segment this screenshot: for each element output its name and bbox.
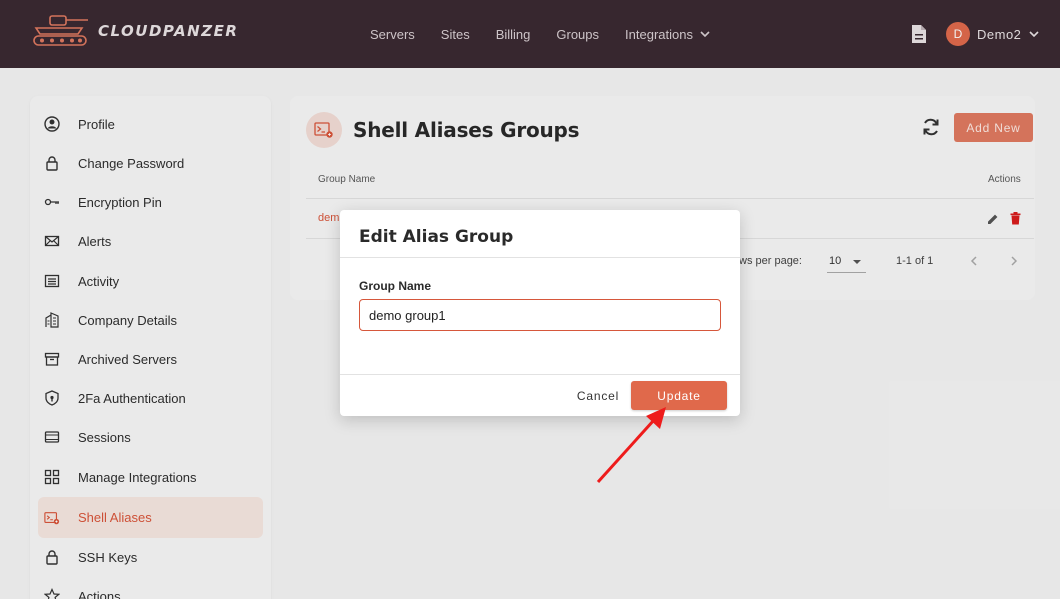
edit-alias-group-dialog: Edit Alias Group Group Name Cancel Updat… [340, 210, 740, 416]
dialog-title: Edit Alias Group [359, 227, 514, 247]
divider [340, 374, 740, 375]
divider [340, 257, 740, 258]
red-arrow-annotation [596, 407, 666, 484]
group-name-input[interactable] [359, 299, 721, 331]
group-name-label: Group Name [359, 279, 432, 293]
